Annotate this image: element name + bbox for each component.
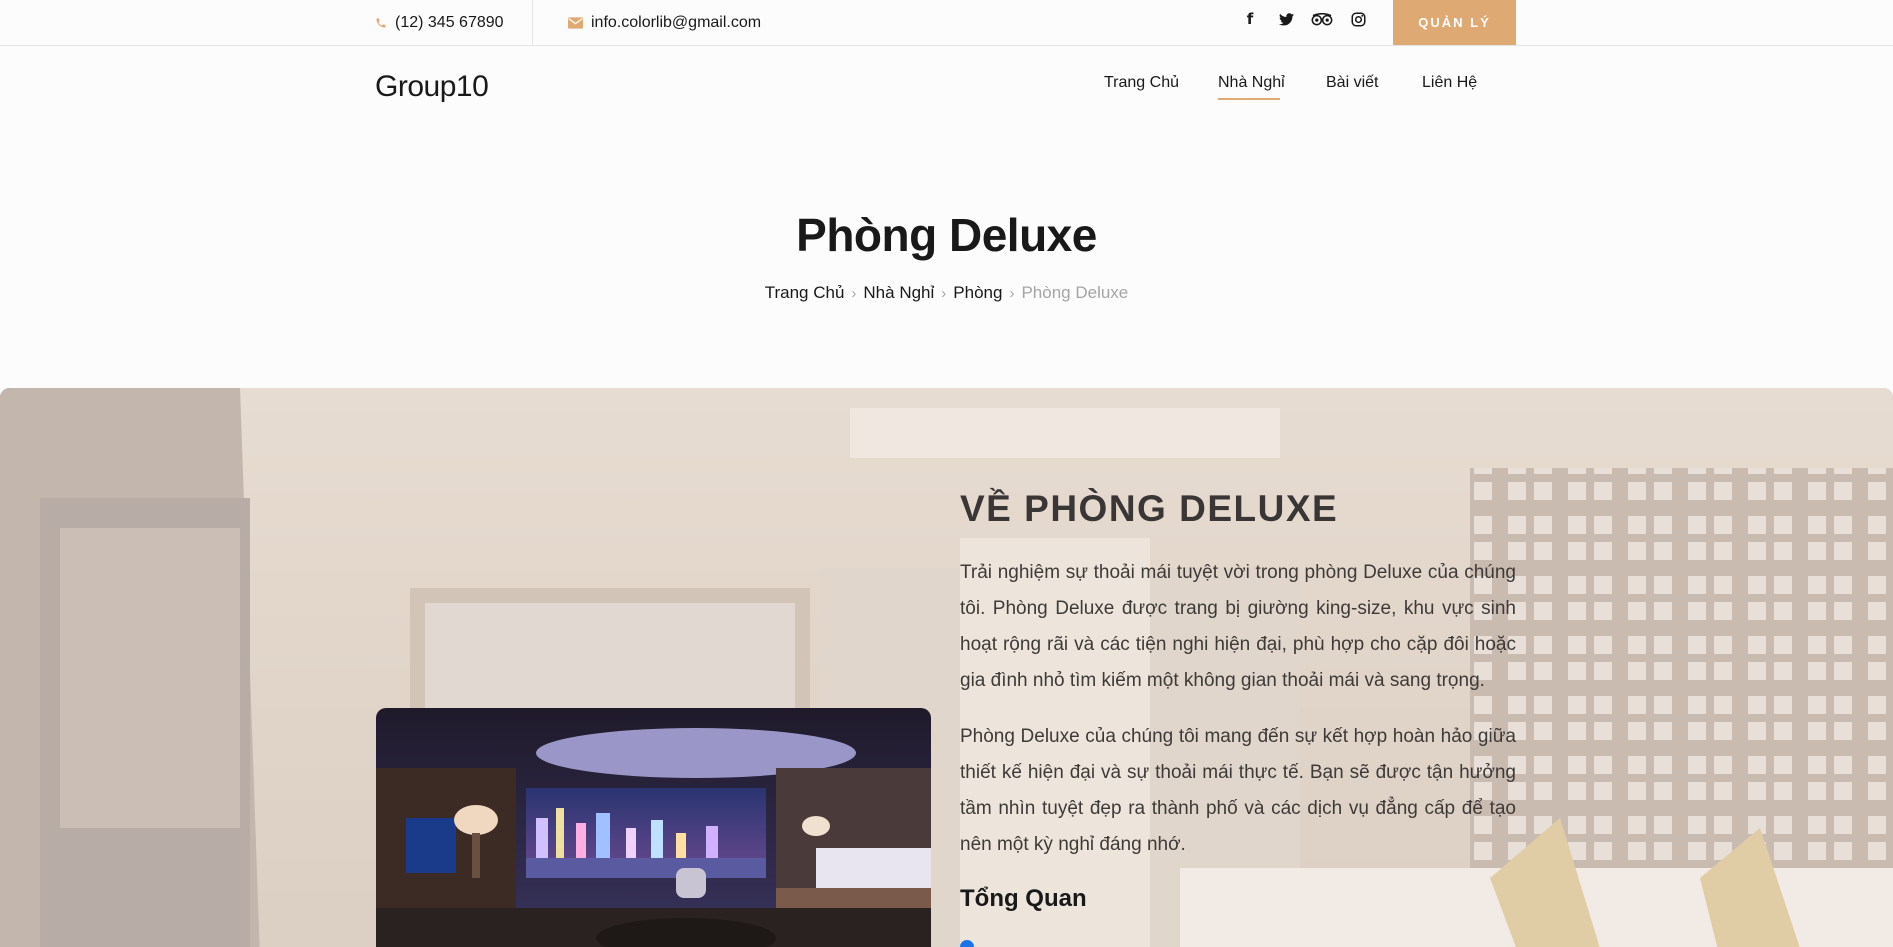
hero-overlay xyxy=(0,388,1893,947)
breadcrumb-home[interactable]: Trang Chủ xyxy=(765,283,845,303)
chevron-right-icon: › xyxy=(941,284,947,302)
manage-button[interactable]: QUẢN LÝ xyxy=(1393,0,1516,45)
nav-item-posts[interactable]: Bài viết xyxy=(1326,74,1378,92)
breadcrumb-guesthouse[interactable]: Nhà Nghỉ xyxy=(863,283,934,303)
nav-active-underline xyxy=(1218,98,1280,100)
breadcrumb: Trang Chủ › Nhà Nghỉ › Phòng › Phòng Del… xyxy=(0,283,1893,303)
deluxe-room-photo xyxy=(376,708,931,947)
phone-contact: (12) 345 67890 xyxy=(375,0,504,46)
overview-bullet-icon xyxy=(960,940,974,947)
site-logo[interactable]: Group10 xyxy=(375,70,489,104)
nav-item-home[interactable]: Trang Chủ xyxy=(1104,74,1179,92)
chevron-right-icon: › xyxy=(851,284,857,302)
about-room-title: VỀ PHÒNG DELUXE xyxy=(960,488,1339,529)
tripadvisor-icon[interactable] xyxy=(1304,0,1340,38)
breadcrumb-current: Phòng Deluxe xyxy=(1021,283,1129,302)
twitter-icon[interactable] xyxy=(1268,0,1304,38)
page-title: Phòng Deluxe xyxy=(796,209,1097,261)
social-links: f xyxy=(1232,0,1376,38)
phone-text: (12) 345 67890 xyxy=(395,14,504,31)
breadcrumb-rooms[interactable]: Phòng xyxy=(953,283,1002,303)
about-paragraph-1: Trải nghiệm sự thoải mái tuyệt vời trong… xyxy=(960,562,1516,691)
room-about-section xyxy=(0,388,1893,947)
topbar-divider xyxy=(532,0,533,46)
nav-item-guesthouse[interactable]: Nhà Nghỉ xyxy=(1218,74,1285,92)
email-text: info.colorlib@gmail.com xyxy=(591,14,762,31)
envelope-icon xyxy=(568,17,583,29)
nav-item-contact[interactable]: Liên Hệ xyxy=(1422,74,1477,92)
facebook-icon[interactable]: f xyxy=(1232,0,1268,38)
email-contact: info.colorlib@gmail.com xyxy=(568,0,761,46)
overview-heading: Tổng Quan xyxy=(960,885,1087,912)
top-bar: (12) 345 67890 info.colorlib@gmail.com f… xyxy=(0,0,1893,46)
about-paragraph-2: Phòng Deluxe của chúng tôi mang đến sự k… xyxy=(960,726,1516,855)
chevron-right-icon: › xyxy=(1009,284,1015,302)
instagram-icon[interactable] xyxy=(1340,0,1376,38)
phone-icon xyxy=(375,17,387,29)
